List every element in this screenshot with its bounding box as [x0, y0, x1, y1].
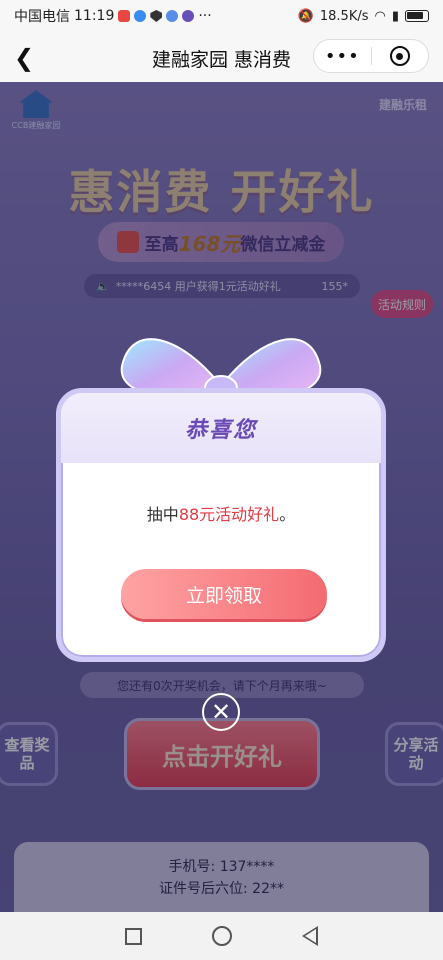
- mute-icon: 🔕: [297, 8, 314, 24]
- back-triangle-icon[interactable]: [302, 926, 318, 946]
- close-modal-icon[interactable]: ✕: [202, 693, 240, 731]
- carrier-label: 中国电信: [14, 9, 70, 25]
- network-speed: 18.5K/s: [319, 8, 369, 24]
- app-icon: [182, 10, 195, 22]
- clock: 11:19: [74, 8, 115, 24]
- claim-now-button[interactable]: 立即领取: [121, 569, 327, 619]
- modal-header: 恭喜您: [61, 393, 381, 463]
- wifi-icon: ◠: [374, 8, 386, 24]
- prize-amount: 88元活动好礼: [178, 505, 280, 524]
- notification-icon: [134, 10, 147, 22]
- modal-title: 恭喜您: [184, 418, 257, 443]
- prize-message-prefix: 抽中: [146, 505, 179, 524]
- shield-icon: [150, 10, 163, 22]
- target-close-icon: [389, 46, 410, 66]
- close-program-button[interactable]: [371, 46, 428, 66]
- more-options-button[interactable]: •••: [314, 46, 371, 67]
- system-navigation-bar: [0, 912, 443, 960]
- prize-message: 抽中88元活动好礼。: [61, 501, 381, 525]
- battery-icon: [405, 10, 429, 22]
- navigation-bar: ❮ 建融家园 惠消费 •••: [0, 32, 443, 82]
- home-icon[interactable]: [212, 926, 232, 946]
- prize-modal: 恭喜您 抽中88元活动好礼。 立即领取: [56, 388, 386, 662]
- more-notifications-icon: ···: [198, 8, 212, 24]
- mini-program-capsule: •••: [313, 39, 429, 73]
- recent-apps-icon[interactable]: [125, 927, 142, 945]
- signal-icon: ▮: [391, 8, 399, 24]
- browser-icon: [166, 10, 179, 22]
- app-notification-icon: [118, 10, 131, 22]
- status-bar: 中国电信 11:19 ··· 🔕 18.5K/s ◠ ▮: [0, 0, 443, 32]
- prize-message-suffix: 。: [279, 505, 296, 524]
